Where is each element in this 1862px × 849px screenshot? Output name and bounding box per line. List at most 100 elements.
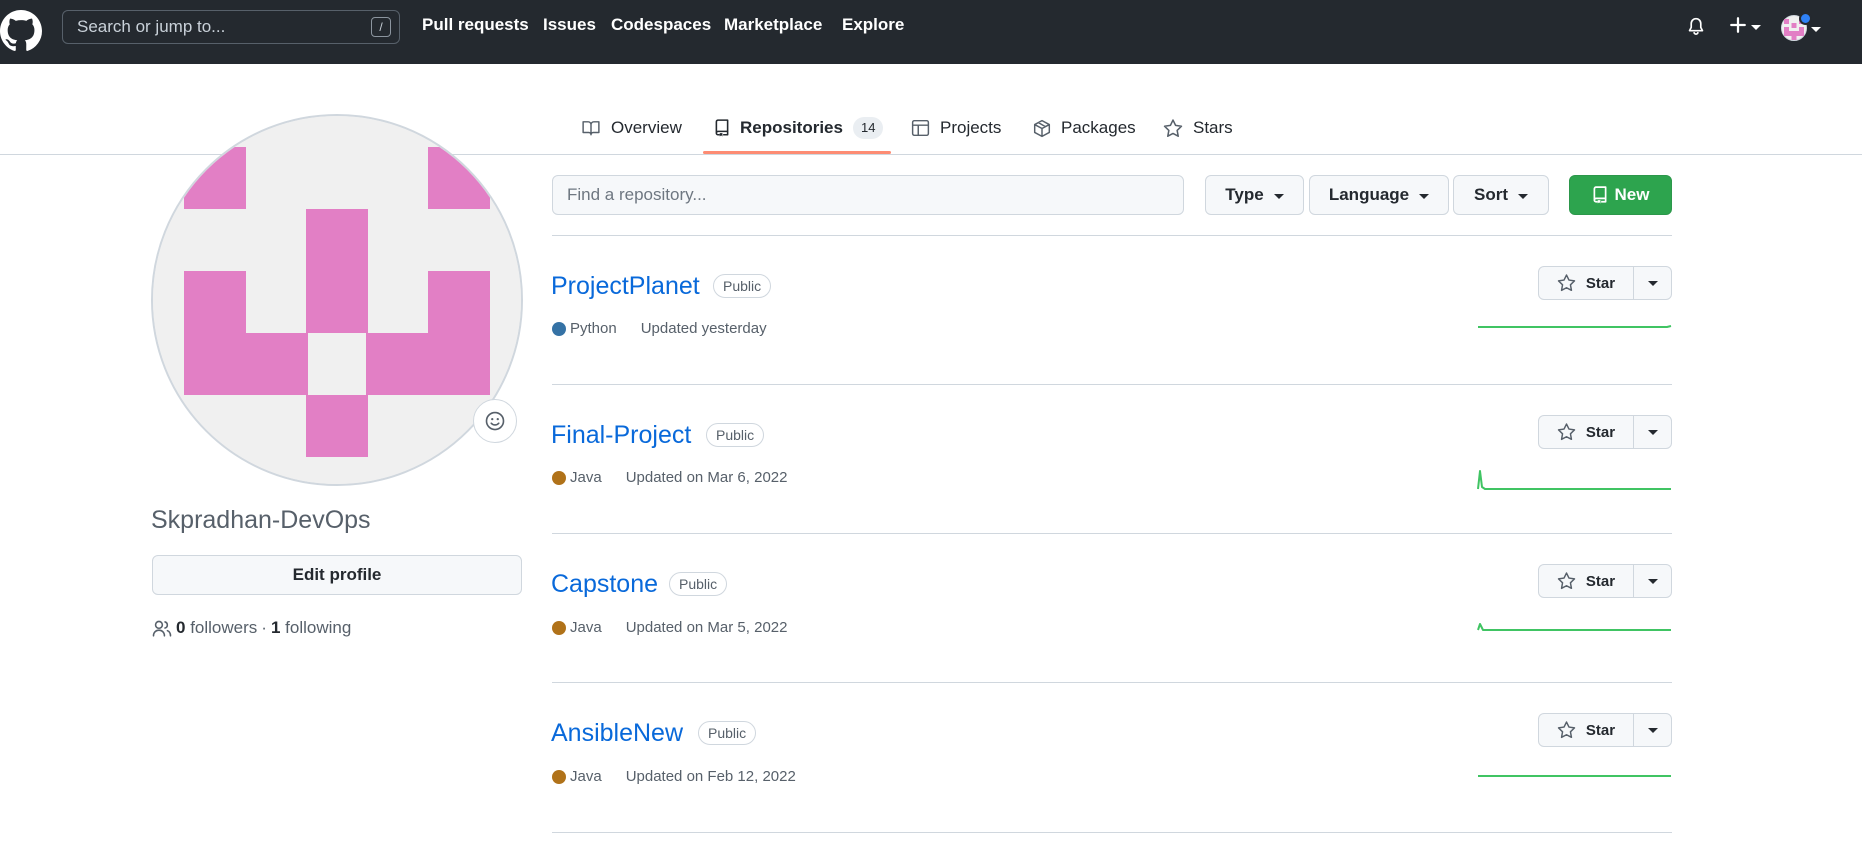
type-filter-button[interactable]: Type (1205, 175, 1304, 215)
tab-stars-label: Stars (1193, 118, 1233, 137)
profile-avatar (151, 114, 523, 486)
global-search-input[interactable] (77, 11, 347, 43)
star-icon (1557, 274, 1576, 292)
repo-icon (715, 119, 729, 137)
visibility-badge: Public (706, 423, 765, 447)
nav-issues[interactable]: Issues (543, 15, 596, 35)
divider (552, 235, 1672, 236)
chevron-down-icon (1811, 27, 1821, 32)
language-filter-button[interactable]: Language (1309, 175, 1449, 215)
tab-repositories-label: Repositories (740, 118, 843, 137)
find-repository-field[interactable] (552, 175, 1184, 215)
nav-marketplace[interactable]: Marketplace (724, 15, 822, 35)
repo-meta: Java Updated on Mar 5, 2022 (552, 619, 787, 636)
chevron-down-icon (1751, 25, 1761, 30)
follow-separator: · (261, 618, 267, 637)
repo-name-link[interactable]: ProjectPlanet (551, 272, 700, 301)
star-icon (1163, 118, 1183, 137)
star-label: Star (1585, 274, 1616, 292)
star-list-dropdown[interactable] (1634, 565, 1671, 597)
repo-language: Java (570, 768, 602, 785)
sort-filter-button[interactable]: Sort (1453, 175, 1549, 215)
star-button-group: Star (1538, 564, 1672, 598)
smiley-icon (485, 411, 505, 431)
tab-stars[interactable]: Stars (1163, 114, 1233, 142)
star-button[interactable]: Star (1539, 416, 1634, 448)
star-icon (1557, 721, 1576, 739)
user-menu[interactable] (1781, 12, 1821, 42)
language-color-dot (552, 769, 566, 784)
package-icon (1033, 119, 1051, 137)
repo-meta: Java Updated on Mar 6, 2022 (552, 469, 787, 486)
create-new-menu[interactable] (1729, 16, 1761, 38)
edit-profile-button[interactable]: Edit profile (152, 555, 522, 595)
global-search[interactable]: / (62, 10, 400, 44)
type-filter-label: Type (1225, 185, 1264, 204)
divider (552, 533, 1672, 534)
repo-meta: Python Updated yesterday (552, 320, 767, 337)
star-label: Star (1585, 721, 1616, 739)
following-label: following (285, 618, 352, 637)
tab-packages[interactable]: Packages (1033, 114, 1136, 142)
star-button[interactable]: Star (1539, 267, 1634, 299)
sort-filter-label: Sort (1474, 185, 1508, 204)
nav-explore[interactable]: Explore (842, 15, 904, 35)
follow-stats: 0 followers · 1 following (152, 618, 351, 638)
chevron-down-icon (1419, 193, 1430, 199)
search-shortcut-key: / (371, 17, 391, 37)
activity-sparkline (1477, 470, 1671, 490)
star-label: Star (1585, 572, 1616, 590)
book-icon (582, 121, 600, 136)
status-indicator-icon (1799, 12, 1812, 25)
find-repository-input[interactable] (567, 176, 1157, 214)
chevron-down-icon (1647, 429, 1658, 435)
nav-codespaces[interactable]: Codespaces (611, 15, 711, 35)
language-color-dot (552, 321, 566, 336)
repo-updated: Updated on Mar 6, 2022 (625, 469, 788, 486)
chevron-down-icon (1518, 193, 1528, 199)
repo-language: Python (570, 320, 617, 337)
star-button-group: Star (1538, 415, 1672, 449)
chevron-down-icon (1647, 578, 1658, 584)
visibility-badge: Public (713, 274, 772, 298)
divider (552, 682, 1672, 683)
chevron-down-icon (1647, 280, 1658, 286)
tab-repositories[interactable]: Repositories 14 (714, 114, 884, 142)
star-list-dropdown[interactable] (1634, 714, 1671, 746)
star-list-dropdown[interactable] (1634, 416, 1671, 448)
activity-sparkline (1477, 623, 1671, 631)
github-logo-icon[interactable] (0, 8, 42, 54)
repo-name-link[interactable]: Final-Project (551, 421, 691, 450)
star-button[interactable]: Star (1539, 565, 1634, 597)
star-button[interactable]: Star (1539, 714, 1634, 746)
tab-packages-label: Packages (1061, 118, 1136, 137)
star-button-group: Star (1538, 266, 1672, 300)
new-repository-button[interactable]: New (1569, 175, 1672, 215)
table-icon (911, 119, 930, 137)
bell-icon[interactable] (1687, 17, 1705, 37)
tab-projects[interactable]: Projects (911, 114, 1001, 142)
divider (552, 832, 1672, 833)
repo-icon (1593, 186, 1606, 204)
following-link[interactable]: 1 following (271, 618, 351, 638)
language-color-dot (552, 470, 566, 485)
new-repository-label: New (1614, 185, 1650, 204)
tab-overview[interactable]: Overview (581, 114, 682, 142)
language-color-dot (552, 620, 566, 635)
profile-username: Skpradhan-DevOps (151, 506, 371, 534)
star-button-group: Star (1538, 713, 1672, 747)
star-list-dropdown[interactable] (1634, 267, 1671, 299)
divider (552, 384, 1672, 385)
visibility-badge: Public (669, 572, 728, 596)
star-icon (1557, 572, 1576, 590)
tab-projects-label: Projects (940, 118, 1002, 137)
followers-link[interactable]: 0 followers (176, 618, 257, 638)
set-status-button[interactable] (473, 399, 517, 443)
followers-count: 0 (176, 618, 186, 637)
repo-language: Java (570, 619, 602, 636)
chevron-down-icon (1273, 193, 1284, 199)
nav-pull-requests[interactable]: Pull requests (422, 15, 529, 35)
repo-name-link[interactable]: AnsibleNew (551, 719, 683, 748)
repo-name-link[interactable]: Capstone (551, 570, 658, 599)
repo-updated: Updated on Mar 5, 2022 (625, 619, 788, 636)
